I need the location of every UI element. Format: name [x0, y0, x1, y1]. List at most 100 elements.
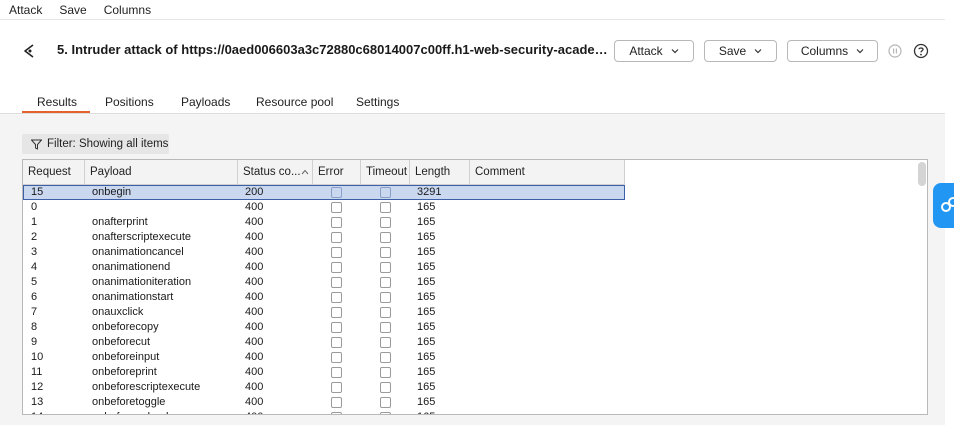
cell-length: 165	[417, 381, 436, 393]
table-row[interactable]: 1 onafterprint 400 165	[23, 215, 625, 230]
sort-ascending-icon	[301, 169, 309, 175]
cell-length: 165	[417, 276, 436, 288]
cell-request: 13	[31, 396, 44, 408]
chevron-down-icon	[754, 49, 762, 54]
active-tab-indicator	[22, 111, 90, 113]
cell-status-code: 400	[245, 306, 264, 318]
cell-length: 165	[417, 306, 436, 318]
tab-payloads[interactable]: Payloads	[181, 95, 230, 109]
table-row[interactable]: 2 onafterscriptexecute 400 165	[23, 230, 625, 245]
table-row[interactable]: 5 onanimationiteration 400 165	[23, 275, 625, 290]
cell-status-code: 400	[245, 216, 264, 228]
error-checkbox	[331, 337, 342, 348]
table-row[interactable]: 9 onbeforecut 400 165	[23, 335, 625, 350]
timeout-checkbox	[380, 382, 391, 393]
table-header: Request Payload Status co... Error Timeo…	[23, 160, 625, 185]
table-row[interactable]: 8 onbeforecopy 400 165	[23, 320, 625, 335]
cell-payload: onafterprint	[92, 216, 148, 228]
table-row[interactable]: 4 onanimationend 400 165	[23, 260, 625, 275]
attack-button-label: Attack	[629, 44, 663, 58]
cell-payload: onbeforeprint	[92, 366, 157, 378]
filter-label: Filter: Showing all items	[47, 138, 169, 150]
column-error[interactable]: Error	[313, 160, 361, 184]
cell-payload: onanimationend	[92, 261, 171, 273]
cell-length: 165	[417, 246, 436, 258]
table-row[interactable]: 12 onbeforescriptexecute 400 165	[23, 380, 625, 395]
tab-resource-pool[interactable]: Resource pool	[256, 95, 333, 109]
error-checkbox	[331, 187, 342, 198]
cell-payload: onbeforescriptexecute	[92, 381, 201, 393]
vertical-scrollbar[interactable]	[918, 162, 926, 186]
floating-assistant-button[interactable]	[933, 183, 954, 228]
error-checkbox	[331, 322, 342, 333]
column-payload[interactable]: Payload	[85, 160, 238, 184]
timeout-checkbox	[380, 262, 391, 273]
cell-payload: onanimationcancel	[92, 246, 184, 258]
link-icon	[941, 197, 954, 212]
cell-status-code: 400	[245, 396, 264, 408]
cell-request: 4	[31, 261, 38, 273]
results-table: Request Payload Status co... Error Timeo…	[22, 159, 928, 415]
cell-request: 15	[31, 186, 44, 198]
cell-request: 3	[31, 246, 38, 258]
tab-positions[interactable]: Positions	[105, 95, 154, 109]
tab-settings[interactable]: Settings	[356, 95, 399, 109]
help-icon[interactable]	[913, 43, 929, 59]
cell-request: 8	[31, 321, 38, 333]
cell-request: 11	[31, 366, 43, 378]
cell-request: 1	[31, 216, 38, 228]
filter-icon	[31, 139, 42, 150]
save-button[interactable]: Save	[704, 40, 777, 62]
column-status-code[interactable]: Status co...	[238, 160, 313, 184]
table-row[interactable]: 6 onanimationstart 400 165	[23, 290, 625, 305]
attack-button[interactable]: Attack	[614, 40, 694, 62]
cell-length: 165	[410, 410, 435, 414]
column-timeout[interactable]: Timeout	[361, 160, 410, 184]
column-request[interactable]: Request	[23, 160, 85, 184]
error-checkbox	[331, 352, 342, 363]
columns-button[interactable]: Columns	[787, 40, 878, 62]
table-row[interactable]: 11 onbeforeprint 400 165	[23, 365, 625, 380]
cell-status-code: 400	[238, 410, 263, 414]
chevron-down-icon	[856, 49, 864, 54]
timeout-checkbox	[380, 367, 391, 378]
cell-request: 7	[31, 306, 38, 318]
menu-columns[interactable]: Columns	[104, 3, 151, 17]
timeout-checkbox	[380, 277, 391, 288]
tab-bar: Results Positions Payloads Resource pool…	[0, 82, 945, 114]
table-row[interactable]: 14 onbeforeunload 400 165	[23, 410, 625, 414]
cell-payload: onanimationiteration	[92, 276, 192, 288]
column-comment[interactable]: Comment	[470, 160, 625, 184]
timeout-checkbox	[380, 202, 391, 213]
cell-request: 14	[23, 410, 43, 414]
table-row[interactable]: 0 400 165	[23, 200, 625, 215]
menu-attack[interactable]: Attack	[9, 3, 42, 17]
cell-payload: onbeforecopy	[92, 321, 159, 333]
cell-length: 165	[417, 216, 436, 228]
table-row[interactable]: 15 onbegin 200 3291	[23, 185, 625, 200]
error-checkbox	[331, 217, 342, 228]
error-checkbox	[331, 277, 342, 288]
intruder-target-icon	[24, 44, 34, 58]
cell-status-code: 400	[245, 261, 264, 273]
table-row[interactable]: 7 onauxclick 400 165	[23, 305, 625, 320]
columns-button-label: Columns	[800, 44, 849, 58]
table-row[interactable]: 10 onbeforeinput 400 165	[23, 350, 625, 365]
table-row[interactable]: 13 onbeforetoggle 400 165	[23, 395, 625, 410]
filter-bar[interactable]: Filter: Showing all items	[22, 134, 169, 154]
cell-length: 165	[417, 231, 436, 243]
error-checkbox	[331, 202, 342, 213]
timeout-checkbox	[380, 247, 391, 258]
cell-payload: onbegin	[92, 186, 132, 198]
cell-status-code: 400	[245, 351, 264, 363]
pause-icon[interactable]	[888, 44, 902, 58]
error-checkbox	[331, 307, 342, 318]
timeout-checkbox	[380, 217, 391, 228]
column-length[interactable]: Length	[410, 160, 470, 184]
menu-save[interactable]: Save	[59, 3, 86, 17]
cell-length: 165	[417, 336, 436, 348]
table-row[interactable]: 3 onanimationcancel 400 165	[23, 245, 625, 260]
tab-results[interactable]: Results	[37, 95, 77, 109]
error-checkbox	[331, 412, 342, 414]
cell-request: 6	[31, 291, 38, 303]
